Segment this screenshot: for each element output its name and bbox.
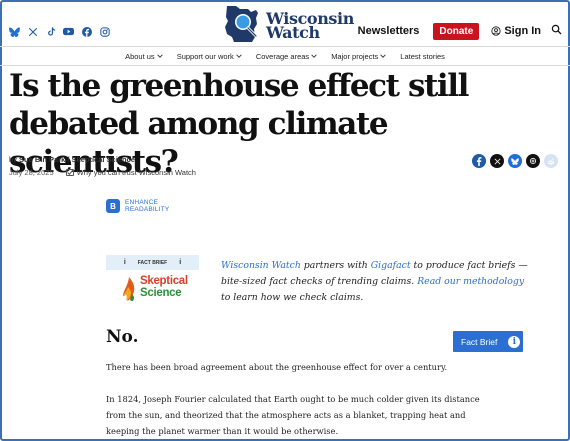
fact-brief-tag-bar: i FACT BRIEF i bbox=[106, 255, 199, 270]
sk-line2: Science bbox=[140, 287, 182, 299]
fact-brief-tag: FACT BRIEF bbox=[137, 259, 168, 266]
trust-label: Why you can trust Wisconsin Watch bbox=[76, 168, 196, 177]
site-header: Wisconsin Watch Newsletters Donate Sign … bbox=[0, 0, 570, 46]
header-actions: Newsletters Donate Sign In bbox=[358, 22, 562, 40]
instagram-icon[interactable] bbox=[99, 26, 110, 37]
methodology-link[interactable]: Read our methodology bbox=[417, 276, 524, 287]
fact-brief-description: Wisconsin Watch partners with Gigafact t… bbox=[221, 258, 531, 306]
trust-icon bbox=[65, 169, 74, 176]
chevron-down-icon bbox=[156, 54, 163, 58]
nav-item-support-our-work[interactable]: Support our work bbox=[177, 50, 242, 62]
sk-line1: Skeptical bbox=[140, 275, 188, 287]
byline-author[interactable]: Sue Bin Park / Skeptical Science bbox=[19, 155, 135, 164]
skeptical-science-text: Skeptical Science bbox=[140, 275, 188, 299]
enhance-line2: READABILITY bbox=[125, 206, 170, 213]
facebook-share-icon[interactable] bbox=[472, 154, 486, 168]
byline-prefix: by bbox=[9, 155, 17, 164]
search-icon[interactable] bbox=[551, 22, 562, 40]
facebook-icon[interactable] bbox=[81, 26, 92, 37]
desc-part3: to learn how we check claims. bbox=[221, 292, 364, 303]
nav-item-about-us[interactable]: About us bbox=[125, 50, 163, 62]
logo-text: Wisconsin Watch bbox=[266, 11, 354, 42]
youtube-icon[interactable] bbox=[63, 26, 74, 37]
readability-icon: B bbox=[106, 199, 120, 213]
chevron-down-icon bbox=[236, 54, 242, 58]
x-icon[interactable] bbox=[27, 26, 38, 37]
desc-part1: partners with bbox=[300, 260, 371, 271]
nav-item-major-projects[interactable]: Major projects bbox=[331, 50, 387, 62]
enhance-line1: ENHANCE bbox=[125, 199, 159, 206]
nav-item-coverage-areas[interactable]: Coverage areas bbox=[256, 50, 317, 62]
skeptical-science-logo: Skeptical Science bbox=[122, 274, 192, 302]
newsletters-link[interactable]: Newsletters bbox=[358, 25, 420, 37]
fact-brief-answer: No. bbox=[106, 327, 139, 347]
nav-divider bbox=[0, 65, 570, 66]
fact-brief-button-label: Fact Brief bbox=[461, 336, 498, 347]
share-buttons bbox=[472, 154, 558, 168]
wisconsin-watch-link[interactable]: Wisconsin Watch bbox=[221, 260, 301, 271]
fact-brief-button[interactable]: Fact Brief i bbox=[453, 331, 523, 352]
social-links bbox=[9, 26, 110, 37]
wisconsin-watch-logo[interactable]: Wisconsin Watch bbox=[222, 3, 354, 45]
sign-in-link[interactable]: Sign In bbox=[491, 25, 541, 37]
x-share-icon[interactable] bbox=[490, 154, 504, 168]
main-nav: About us Support our work Coverage areas… bbox=[0, 50, 570, 62]
nav-item-label: About us bbox=[125, 51, 155, 61]
tiktok-icon[interactable] bbox=[45, 26, 56, 37]
byline: by Sue Bin Park / Skeptical Science bbox=[9, 155, 135, 164]
info-icon: i bbox=[123, 259, 126, 266]
wisconsin-map-icon bbox=[225, 6, 258, 42]
nav-item-label: Major projects bbox=[331, 51, 379, 61]
nav-item-latest-stories[interactable]: Latest stories bbox=[400, 50, 445, 62]
header-divider bbox=[0, 46, 570, 47]
article-paragraph-1: There has been broad agreement about the… bbox=[106, 362, 448, 372]
dateline: July 28, 2025 Why you can trust Wisconsi… bbox=[9, 168, 196, 177]
threads-share-icon[interactable] bbox=[526, 154, 540, 168]
chevron-down-icon bbox=[311, 54, 317, 58]
sign-in-label: Sign In bbox=[504, 25, 541, 37]
reddit-share-icon[interactable] bbox=[544, 154, 558, 168]
gigafact-link[interactable]: Gigafact bbox=[371, 260, 411, 271]
logo-line2: Watch bbox=[266, 23, 320, 42]
enhance-readability-label: ENHANCE READABILITY bbox=[125, 199, 169, 213]
flame-icon bbox=[123, 277, 135, 301]
bluesky-icon[interactable] bbox=[9, 26, 20, 37]
nav-item-label: Coverage areas bbox=[255, 51, 310, 61]
trust-link[interactable]: Why you can trust Wisconsin Watch bbox=[65, 168, 196, 177]
nav-item-label: Latest stories bbox=[400, 51, 445, 61]
chevron-down-icon bbox=[380, 54, 387, 58]
enhance-readability-toggle[interactable]: B ENHANCE READABILITY bbox=[106, 199, 169, 213]
publish-date: July 28, 2025 bbox=[9, 168, 54, 177]
user-icon bbox=[491, 26, 501, 36]
info-icon: i bbox=[179, 259, 182, 266]
donate-button[interactable]: Donate bbox=[433, 22, 480, 40]
article-paragraph-2: In 1824, Joseph Fourier calculated that … bbox=[106, 394, 480, 436]
nav-item-label: Support our work bbox=[176, 51, 234, 61]
fact-brief-card: i FACT BRIEF i Skeptical Science bbox=[106, 255, 199, 305]
bluesky-share-icon[interactable] bbox=[508, 154, 522, 168]
info-icon: i bbox=[508, 335, 521, 348]
